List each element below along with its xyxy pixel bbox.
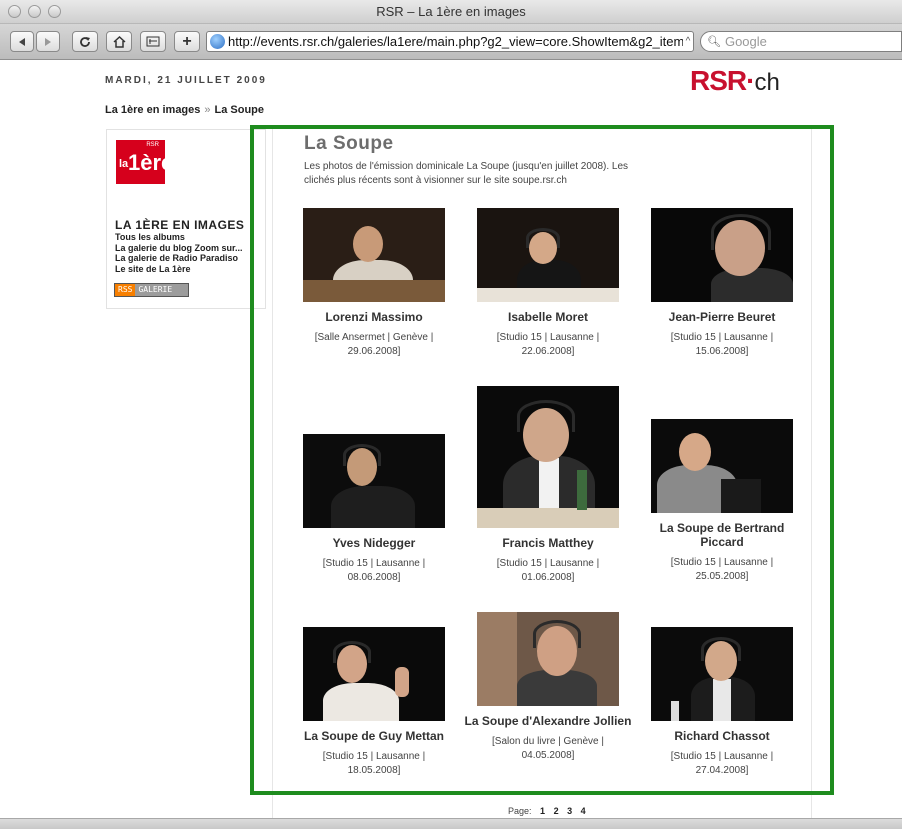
sidebar-link-la-1ere-site[interactable]: Le site de La 1ère: [115, 264, 243, 275]
status-bar: [0, 818, 902, 829]
gallery-item[interactable]: Richard Chassot [Studio 15 | Lausanne | 2…: [637, 627, 807, 778]
url-dropdown-icon[interactable]: ^: [683, 36, 693, 47]
gallery-item[interactable]: La Soupe d'Alexandre Jollien [Salon du l…: [463, 612, 633, 763]
sidebar-link-radio-paradiso[interactable]: La galerie de Radio Paradiso: [115, 253, 243, 264]
gallery-item[interactable]: Jean-Pierre Beuret [Studio 15 | Lausanne…: [637, 208, 807, 359]
photo-thumbnail[interactable]: [303, 434, 445, 528]
window-titlebar: RSR – La 1ère en images: [0, 0, 902, 24]
breadcrumb-current: La Soupe: [214, 104, 265, 116]
sidebar-links: Tous les albums La galerie du blog Zoom …: [115, 232, 243, 274]
photo-thumbnail[interactable]: [303, 627, 445, 721]
item-info: [Studio 15 | Lausanne | 18.05.2008]: [322, 751, 426, 776]
item-info: [Studio 15 | Lausanne | 27.04.2008]: [670, 751, 774, 776]
snapback-icon: [146, 36, 160, 47]
item-title[interactable]: Richard Chassot: [637, 729, 807, 743]
gallery-item[interactable]: La Soupe de Bertrand Piccard [Studio 15 …: [637, 419, 807, 584]
item-title[interactable]: Yves Nidegger: [289, 536, 459, 550]
photo-thumbnail[interactable]: [477, 386, 619, 528]
page-link-3[interactable]: 3: [567, 806, 572, 816]
side-logo-rsr: RSR: [146, 142, 159, 148]
gallery-title: La Soupe: [304, 133, 394, 154]
home-button[interactable]: [106, 31, 132, 52]
pagination: Page: 1 2 3 4: [508, 806, 586, 816]
globe-icon: [210, 34, 225, 49]
address-bar[interactable]: http://events.rsr.ch/galeries/la1ere/mai…: [206, 31, 694, 52]
item-info: [Salle Ansermet | Genève | 29.06.2008]: [314, 332, 434, 357]
window-title: RSR – La 1ère en images: [376, 4, 526, 19]
rss-label: RSS: [115, 284, 136, 296]
plus-icon: +: [182, 32, 192, 50]
item-title[interactable]: Jean-Pierre Beuret: [637, 310, 807, 324]
breadcrumb: La 1ère en images » La Soupe: [105, 104, 264, 116]
item-info: [Studio 15 | Lausanne | 22.06.2008]: [496, 332, 600, 357]
logo-suffix: ch: [754, 69, 780, 96]
gallery-item[interactable]: Yves Nidegger [Studio 15 | Lausanne | 08.…: [289, 434, 459, 585]
forward-arrow-icon: [45, 37, 51, 46]
breadcrumb-separator: »: [204, 104, 211, 116]
item-info: [Studio 15 | Lausanne | 01.06.2008]: [496, 558, 600, 583]
item-info: [Salon du livre | Genève | 04.05.2008]: [492, 736, 604, 761]
add-bookmark-button[interactable]: +: [174, 31, 200, 52]
forward-button[interactable]: [36, 31, 60, 52]
rss-feed-badge[interactable]: RSS GALERIE: [114, 283, 189, 297]
rss-gallery-label: GALERIE: [135, 284, 188, 296]
page-link-2[interactable]: 2: [554, 806, 559, 816]
side-logo-la: la: [119, 158, 129, 170]
item-title[interactable]: Francis Matthey: [463, 536, 633, 550]
home-icon: [112, 35, 126, 48]
reload-icon: [80, 36, 90, 47]
page-date: MARDI, 21 JUILLET 2009: [105, 75, 267, 86]
url-text: http://events.rsr.ch/galeries/la1ere/mai…: [228, 34, 683, 49]
item-info: [Studio 15 | Lausanne | 08.06.2008]: [322, 558, 426, 583]
gallery-description: Les photos de l'émission dominicale La S…: [304, 161, 629, 186]
gallery-item[interactable]: Francis Matthey [Studio 15 | Lausanne | 0…: [463, 386, 633, 585]
photo-thumbnail[interactable]: [651, 419, 793, 513]
la-1ere-logo[interactable]: RSR la 1ère: [116, 140, 173, 184]
back-arrow-icon: [19, 37, 25, 46]
side-logo-1ere: 1ère: [128, 150, 174, 175]
sidebar: RSR la 1ère LA 1ÈRE EN IMAGES Tous les a…: [106, 129, 266, 309]
photo-thumbnail[interactable]: [303, 208, 445, 302]
item-title[interactable]: La Soupe d'Alexandre Jollien: [463, 714, 633, 728]
gallery-item[interactable]: La Soupe de Guy Mettan [Studio 15 | Laus…: [289, 627, 459, 778]
browser-toolbar: + http://events.rsr.ch/galeries/la1ere/m…: [0, 24, 902, 60]
search-icon[interactable]: 🔍︎: [707, 35, 721, 48]
snapback-button[interactable]: [140, 31, 166, 52]
item-title[interactable]: La Soupe de Guy Mettan: [289, 729, 459, 743]
pagination-label: Page:: [508, 806, 532, 816]
item-info: [Studio 15 | Lausanne | 25.05.2008]: [670, 557, 774, 582]
rsr-logo[interactable]: RSR·ch: [690, 65, 780, 97]
photo-thumbnail[interactable]: [477, 612, 619, 706]
item-title[interactable]: Isabelle Moret: [463, 310, 633, 324]
logo-main: RSR: [690, 65, 747, 96]
sidebar-title: LA 1ÈRE EN IMAGES: [115, 218, 245, 232]
back-button[interactable]: [10, 31, 34, 52]
search-placeholder: Google: [724, 34, 767, 49]
gallery-item[interactable]: Isabelle Moret [Studio 15 | Lausanne | 22…: [463, 208, 633, 359]
breadcrumb-home-link[interactable]: La 1ère en images: [105, 104, 200, 116]
page-link-1[interactable]: 1: [540, 806, 545, 816]
item-title[interactable]: La Soupe de Bertrand Piccard: [637, 521, 807, 549]
search-field[interactable]: 🔍︎ Google: [700, 31, 902, 52]
page-link-4[interactable]: 4: [581, 806, 586, 816]
photo-thumbnail[interactable]: [651, 627, 793, 721]
page-viewport: MARDI, 21 JUILLET 2009 RSR·ch La 1ère en…: [0, 61, 902, 819]
reload-button[interactable]: [72, 31, 98, 52]
sidebar-link-all-albums[interactable]: Tous les albums: [115, 232, 243, 243]
sidebar-link-zoom-blog[interactable]: La galerie du blog Zoom sur...: [115, 243, 243, 254]
item-title[interactable]: Lorenzi Massimo: [289, 310, 459, 324]
item-info: [Studio 15 | Lausanne | 15.06.2008]: [670, 332, 774, 357]
gallery-item[interactable]: Lorenzi Massimo [Salle Ansermet | Genève…: [289, 208, 459, 359]
photo-thumbnail[interactable]: [651, 208, 793, 302]
photo-thumbnail[interactable]: [477, 208, 619, 302]
